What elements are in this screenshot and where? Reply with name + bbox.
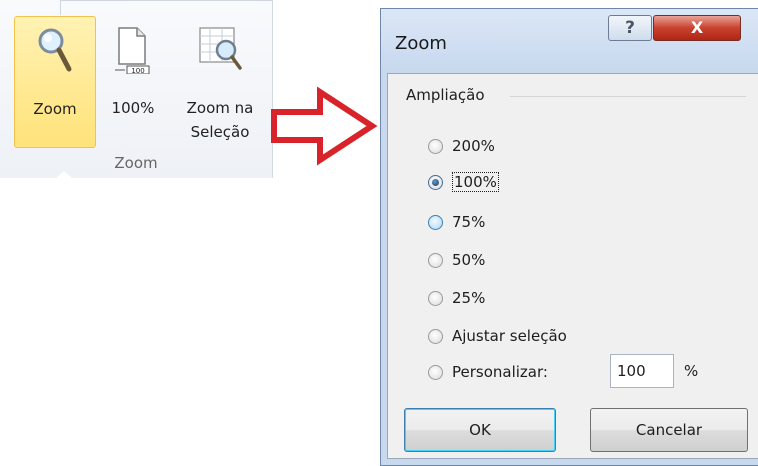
zoom-selection-button[interactable]: Zoom na Seleção (172, 16, 268, 146)
ribbon-group-label: Zoom (114, 154, 158, 172)
magnifier-icon (38, 28, 72, 72)
page-100-icon: 100 (115, 27, 150, 74)
radio-75[interactable]: 75% (428, 210, 485, 234)
radio-label-fit-selection: Ajustar seleção (452, 327, 567, 345)
dialog-client-area: Ampliação 200% 100% 75% 50% 25% Ajustar … (387, 73, 758, 459)
radio-fit-selection[interactable]: Ajustar seleção (428, 324, 567, 348)
dialog-titlebar: Zoom ? X (381, 9, 758, 73)
radio-25[interactable]: 25% (428, 286, 485, 310)
ribbon-caret (56, 171, 72, 178)
group-separator (510, 96, 746, 97)
arrow-right-icon (271, 86, 378, 166)
radio-circle[interactable] (428, 214, 443, 230)
radio-circle[interactable] (428, 328, 443, 344)
help-button[interactable]: ? (608, 15, 652, 41)
zoom-dialog: Zoom ? X Ampliação 200% 100% 75% 50% 25% (380, 8, 758, 466)
radio-circle-checked[interactable] (428, 174, 443, 190)
ribbon-tab-edge (60, 0, 273, 15)
percent-sign: % (684, 362, 699, 380)
zoom-selection-button-label: Zoom na Seleção (172, 96, 268, 144)
cancel-button[interactable]: Cancelar (590, 408, 748, 452)
radio-circle[interactable] (428, 290, 443, 306)
page-100-icon-text: 100 (131, 67, 144, 74)
radio-circle[interactable] (428, 252, 443, 268)
ribbon-zoom-group: Zoom 100 100% Zoom na Seleção Zoom (0, 0, 273, 178)
help-icon: ? (625, 18, 635, 38)
radio-label-50: 50% (452, 251, 486, 269)
zoom-button-label: Zoom (33, 100, 77, 118)
dialog-title: Zoom (395, 33, 447, 54)
magnification-group-label: Ampliação (406, 86, 485, 104)
zoom-100-button-label: 100% (111, 99, 155, 117)
ok-button[interactable]: OK (404, 408, 556, 452)
zoom-selection-label-line2: Seleção (190, 123, 250, 141)
radio-circle[interactable] (428, 364, 443, 380)
close-button[interactable]: X (653, 15, 741, 41)
radio-100[interactable]: 100% (428, 170, 499, 194)
radio-label-custom: Personalizar: (452, 363, 548, 381)
custom-percent-input[interactable]: 100 (610, 354, 674, 388)
radio-label-200: 200% (452, 137, 495, 155)
radio-50[interactable]: 50% (428, 248, 485, 272)
radio-label-100: 100% (452, 172, 499, 192)
radio-label-75: 75% (452, 213, 486, 231)
zoom-selection-label-line1: Zoom na (186, 99, 254, 117)
zoom-button[interactable]: Zoom (14, 16, 96, 148)
radio-200[interactable]: 200% (428, 134, 495, 158)
zoom-100-button[interactable]: 100 100% (100, 16, 166, 146)
radio-label-25: 25% (452, 289, 486, 307)
close-icon: X (690, 18, 704, 37)
radio-circle[interactable] (428, 138, 443, 154)
zoom-selection-icon (199, 27, 242, 70)
radio-custom[interactable]: Personalizar: (428, 360, 548, 384)
